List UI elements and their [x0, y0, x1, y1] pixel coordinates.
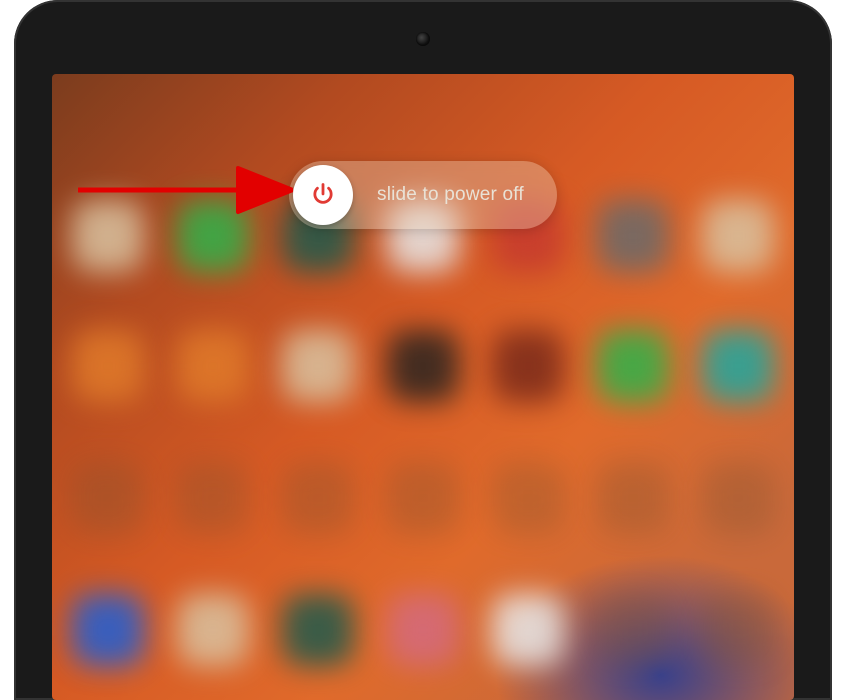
app-icon-blurred: [72, 200, 144, 272]
power-icon: [309, 181, 337, 209]
app-icon-blurred: [177, 330, 249, 402]
app-icon-blurred: [282, 330, 354, 402]
app-icon-blurred: [597, 330, 669, 402]
app-icon-blurred: [702, 462, 774, 534]
app-icon-blurred: [72, 594, 144, 666]
home-icon-row: [72, 594, 774, 666]
slider-label: slide to power off: [377, 184, 524, 206]
app-icon-blurred: [282, 594, 354, 666]
home-icon-row: [72, 330, 774, 402]
app-icon-blurred: [387, 594, 459, 666]
app-icon-blurred: [177, 200, 249, 272]
camera: [416, 32, 430, 46]
app-icon-blurred: [597, 594, 669, 666]
slider-knob[interactable]: [293, 165, 353, 225]
app-icon-blurred: [72, 462, 144, 534]
app-icon-blurred: [177, 594, 249, 666]
device-frame: slide to power off: [14, 0, 832, 700]
app-icon-blurred: [597, 462, 669, 534]
app-icon-blurred: [702, 330, 774, 402]
app-icon-blurred: [177, 462, 249, 534]
app-icon-blurred: [597, 200, 669, 272]
home-icon-row: [72, 462, 774, 534]
app-icon-blurred: [702, 594, 774, 666]
screen: slide to power off: [52, 74, 794, 700]
app-icon-blurred: [282, 462, 354, 534]
app-icon-blurred: [492, 462, 564, 534]
app-icon-blurred: [387, 330, 459, 402]
app-icon-blurred: [72, 330, 144, 402]
app-icon-blurred: [387, 462, 459, 534]
app-icon-blurred: [492, 594, 564, 666]
app-icon-blurred: [492, 330, 564, 402]
app-icon-blurred: [702, 200, 774, 272]
power-off-slider[interactable]: slide to power off: [289, 161, 557, 229]
